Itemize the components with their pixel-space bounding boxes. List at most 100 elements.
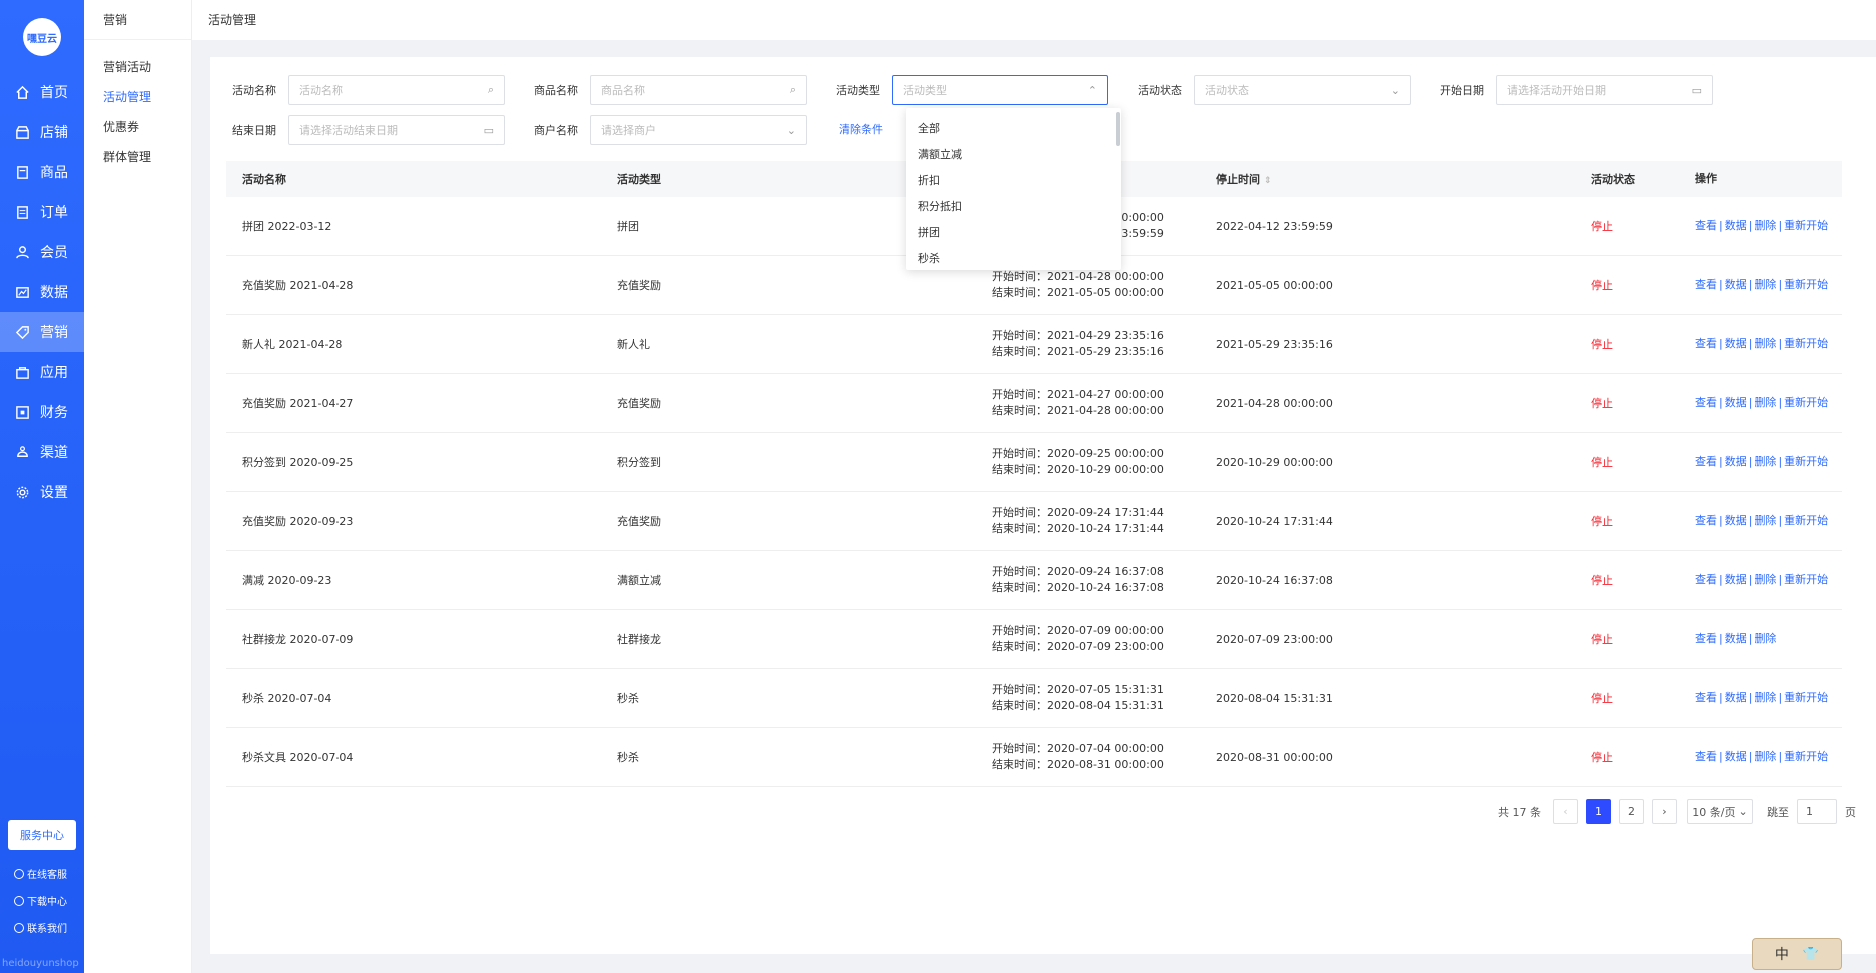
op-link[interactable]: 删除 (1754, 278, 1776, 291)
op-link[interactable]: 重新开始 (1784, 278, 1828, 291)
prev-page-button[interactable]: ‹ (1553, 799, 1578, 824)
header-stop-time[interactable]: 停止时间 ⇕ (1200, 171, 1575, 187)
op-link[interactable]: 查看 (1695, 455, 1717, 468)
filter-goods-name: 商品名称 商品名称 ⌕ (528, 75, 807, 105)
sort-icon[interactable]: ⇕ (1264, 176, 1272, 186)
download-center-link[interactable]: 下载中心 (14, 893, 67, 908)
op-link[interactable]: 重新开始 (1784, 514, 1828, 527)
option-points-deduction[interactable]: 积分抵扣 (906, 194, 1121, 220)
op-link[interactable]: 重新开始 (1784, 219, 1828, 232)
nav-item-gear[interactable]: 设置 (0, 472, 84, 512)
op-link[interactable]: 重新开始 (1784, 455, 1828, 468)
cell-operations: 查看 | 数据 | 删除 (1679, 632, 1842, 646)
op-link[interactable]: 删除 (1754, 573, 1776, 586)
subnav-item-coupon[interactable]: 优惠券 (84, 112, 191, 142)
option-discount[interactable]: 折扣 (906, 168, 1121, 194)
op-link[interactable]: 重新开始 (1784, 573, 1828, 586)
nav-item-store[interactable]: 店铺 (0, 112, 84, 152)
activity-status-select[interactable]: 活动状态 ⌄ (1194, 75, 1411, 105)
op-separator: | (1719, 455, 1723, 468)
nav-item-data[interactable]: 数据 (0, 272, 84, 312)
op-link[interactable]: 删除 (1754, 750, 1776, 763)
op-link[interactable]: 查看 (1695, 278, 1717, 291)
op-link[interactable]: 重新开始 (1784, 750, 1828, 763)
option-all[interactable]: 全部 (906, 116, 1121, 142)
op-link[interactable]: 查看 (1695, 514, 1717, 527)
op-link[interactable]: 数据 (1725, 691, 1747, 704)
start-date-picker[interactable]: 请选择活动开始日期 ▭ (1496, 75, 1713, 105)
main-nav: 首页 店铺 商品 订单 会员 数据 营销 应用 财务 渠道 设置 (0, 72, 84, 512)
option-group-buy[interactable]: 拼团 (906, 220, 1121, 246)
option-full-reduction[interactable]: 满额立减 (906, 142, 1121, 168)
dropdown-scrollbar[interactable] (1116, 112, 1120, 146)
cell-activity-name: 新人礼 2021-04-28 (242, 338, 343, 351)
nav-item-finance[interactable]: 财务 (0, 392, 84, 432)
online-service-link[interactable]: 在线客服 (14, 866, 67, 881)
option-flash-sale[interactable]: 秒杀 (906, 246, 1121, 272)
nav-item-tag[interactable]: 营销 (0, 312, 84, 352)
nav-item-member[interactable]: 会员 (0, 232, 84, 272)
activity-type-placeholder: 活动类型 (903, 84, 947, 97)
op-link[interactable]: 查看 (1695, 691, 1717, 704)
page-2-button[interactable]: 2 (1619, 799, 1644, 824)
contact-us-link[interactable]: 联系我们 (14, 920, 67, 935)
op-link[interactable]: 重新开始 (1784, 337, 1828, 350)
service-center-button[interactable]: 服务中心 (8, 820, 76, 850)
op-link[interactable]: 查看 (1695, 573, 1717, 586)
op-link[interactable]: 删除 (1754, 337, 1776, 350)
jump-input[interactable]: 1 (1797, 799, 1837, 824)
op-link[interactable]: 重新开始 (1784, 691, 1828, 704)
activity-name-input[interactable]: 活动名称 ⌕ (288, 75, 505, 105)
op-link[interactable]: 数据 (1725, 278, 1747, 291)
clear-filters-link[interactable]: 清除条件 (839, 121, 883, 137)
merchant-select[interactable]: 请选择商户 ⌄ (590, 115, 807, 145)
op-link[interactable]: 数据 (1725, 455, 1747, 468)
page-size-select[interactable]: 10 条/页 ⌄ (1687, 799, 1753, 824)
op-link[interactable]: 删除 (1754, 455, 1776, 468)
subnav-item-group-management[interactable]: 群体管理 (84, 142, 191, 172)
next-page-button[interactable]: › (1652, 799, 1677, 824)
op-link[interactable]: 查看 (1695, 396, 1717, 409)
cell-activity-time: 开始时间：2021-04-28 00:00:00 结束时间：2021-05-05 … (976, 269, 1200, 301)
op-link[interactable]: 数据 (1725, 632, 1747, 645)
op-link[interactable]: 删除 (1754, 691, 1776, 704)
end-prefix: 结束时间： (992, 345, 1047, 358)
page-1-button[interactable]: 1 (1586, 799, 1611, 824)
end-prefix: 结束时间： (992, 463, 1047, 476)
nav-item-order[interactable]: 订单 (0, 192, 84, 232)
end-prefix: 结束时间： (992, 699, 1047, 712)
nav-item-app[interactable]: 应用 (0, 352, 84, 392)
op-link[interactable]: 数据 (1725, 337, 1747, 350)
op-link[interactable]: 数据 (1725, 750, 1747, 763)
table-row: 充值奖励 2020-09-23 充值奖励 开始时间：2020-09-24 17:31… (226, 492, 1842, 551)
end-prefix: 结束时间： (992, 286, 1047, 299)
op-link[interactable]: 数据 (1725, 219, 1747, 232)
nav-item-home[interactable]: 首页 (0, 72, 84, 112)
subnav-item-marketing-activity[interactable]: 营销活动 (84, 52, 191, 82)
op-link[interactable]: 数据 (1725, 514, 1747, 527)
nav-item-channel[interactable]: 渠道 (0, 432, 84, 472)
goods-name-input[interactable]: 商品名称 ⌕ (590, 75, 807, 105)
end-date-picker[interactable]: 请选择活动结束日期 ▭ (288, 115, 505, 145)
op-link[interactable]: 查看 (1695, 219, 1717, 232)
op-link[interactable]: 删除 (1754, 219, 1776, 232)
op-link[interactable]: 查看 (1695, 337, 1717, 350)
op-link[interactable]: 删除 (1754, 396, 1776, 409)
cell-operations: 查看 | 数据 | 删除 | 重新开始 (1679, 750, 1842, 764)
ime-language-label: 中 (1774, 947, 1789, 963)
op-link[interactable]: 重新开始 (1784, 396, 1828, 409)
op-link[interactable]: 查看 (1695, 750, 1717, 763)
cell-status: 停止 (1591, 338, 1613, 351)
op-separator: | (1719, 396, 1723, 409)
subnav-item-activity-management[interactable]: 活动管理 (84, 82, 191, 112)
activity-type-select[interactable]: 活动类型 ⌃ (892, 75, 1108, 105)
op-link[interactable]: 数据 (1725, 573, 1747, 586)
filter-activity-status: 活动状态 活动状态 ⌄ (1132, 75, 1411, 105)
op-link[interactable]: 删除 (1754, 514, 1776, 527)
op-link[interactable]: 查看 (1695, 632, 1717, 645)
store-icon (14, 124, 30, 140)
ime-toolbar[interactable]: 中 👕 (1752, 938, 1842, 970)
op-link[interactable]: 数据 (1725, 396, 1747, 409)
nav-item-goods[interactable]: 商品 (0, 152, 84, 192)
op-link[interactable]: 删除 (1754, 632, 1776, 645)
